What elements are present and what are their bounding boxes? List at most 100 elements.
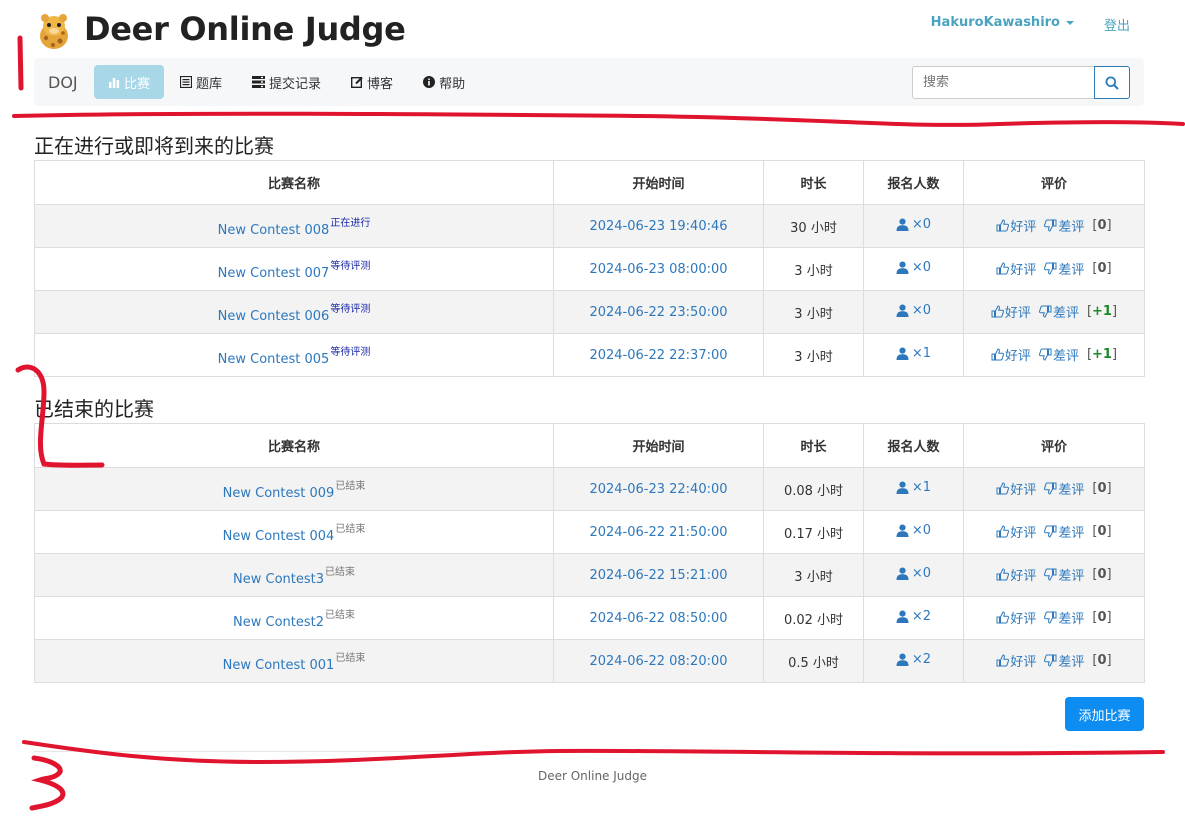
contest-name-cell: New Contest 001已结束: [34, 639, 554, 683]
registration-count-link[interactable]: ×0: [896, 217, 931, 232]
start-time-link[interactable]: 2024-06-22 23:50:00: [589, 305, 727, 320]
start-time-link[interactable]: 2024-06-23 19:40:46: [589, 219, 727, 234]
nav-item-label: 比赛: [124, 76, 151, 92]
upvote-button[interactable]: 好评: [996, 608, 1036, 627]
contest-status-badge: 已结束: [335, 524, 366, 535]
downvote-label: 差评: [1058, 526, 1085, 541]
registration-count-link[interactable]: ×0: [896, 523, 931, 538]
start-time-link[interactable]: 2024-06-23 08:00:00: [589, 262, 727, 277]
downvote-button[interactable]: 差评: [1044, 608, 1084, 627]
start-time-link[interactable]: 2024-06-23 22:40:00: [589, 482, 727, 497]
registration-count-link[interactable]: ×1: [896, 346, 931, 361]
table-header-row: 比赛名称 开始时间 时长 报名人数 评价: [34, 160, 1145, 205]
search-input[interactable]: [912, 66, 1094, 99]
downvote-button[interactable]: 差评: [1044, 259, 1084, 278]
thumbs-up-icon: [996, 482, 1010, 495]
registration-count-link[interactable]: ×0: [896, 566, 931, 581]
nav-item-problems[interactable]: 题库: [166, 65, 236, 99]
contest-status-badge: 已结束: [325, 567, 355, 578]
upvote-button[interactable]: 好评: [996, 565, 1036, 584]
contest-name-link[interactable]: New Contest 004: [223, 529, 335, 544]
registration-count-cell: ×0: [863, 247, 964, 291]
nav-item-blog[interactable]: 博客: [337, 65, 407, 99]
upvote-button[interactable]: 好评: [996, 259, 1036, 278]
thumbs-up-icon: [996, 654, 1010, 667]
upvote-button[interactable]: 好评: [996, 216, 1036, 235]
registration-count-link[interactable]: ×2: [896, 609, 931, 624]
user-icon: [896, 347, 909, 360]
finished-contests-table: 比赛名称 开始时间 时长 报名人数 评价 New Contest 009已结束 2…: [34, 423, 1145, 683]
duration-text: 30 小时: [790, 220, 837, 236]
contest-name-cell: New Contest 007等待评测: [34, 247, 554, 291]
rating-score: [0]: [1092, 481, 1112, 496]
contest-name-cell: New Contest2已结束: [34, 596, 554, 640]
contest-name-link[interactable]: New Contest 008: [218, 223, 330, 238]
contest-name-link[interactable]: New Contest 009: [223, 486, 335, 501]
nav-item-submissions[interactable]: 提交记录: [238, 65, 335, 99]
duration-cell: 0.02 小时: [763, 596, 864, 640]
upvote-button[interactable]: 好评: [991, 345, 1031, 364]
downvote-label: 差评: [1052, 349, 1079, 364]
add-contest-button[interactable]: 添加比赛: [1065, 697, 1144, 731]
column-header: 评价: [963, 160, 1145, 205]
nav-brand[interactable]: DOJ: [48, 73, 78, 92]
contest-name-link[interactable]: New Contest3: [233, 572, 324, 587]
downvote-button[interactable]: 差评: [1044, 216, 1084, 235]
thumbs-down-icon: [1044, 219, 1057, 232]
start-time-link[interactable]: 2024-06-22 08:50:00: [589, 611, 727, 626]
downvote-label: 差评: [1058, 569, 1085, 584]
upvote-button[interactable]: 好评: [996, 479, 1036, 498]
downvote-button[interactable]: 差评: [1044, 522, 1084, 541]
downvote-button[interactable]: 差评: [1044, 565, 1084, 584]
thumbs-down-icon: [1038, 305, 1052, 318]
start-time-link[interactable]: 2024-06-22 21:50:00: [589, 525, 727, 540]
rating-score-value: 0: [1097, 653, 1107, 668]
contest-status-badge: 等待评测: [330, 347, 371, 358]
duration-text: 3 小时: [794, 349, 833, 365]
start-time-link[interactable]: 2024-06-22 22:37:00: [589, 348, 727, 363]
annotation-underline-2: [22, 740, 1165, 765]
downvote-button[interactable]: 差评: [1038, 345, 1079, 364]
downvote-button[interactable]: 差评: [1038, 302, 1079, 321]
contest-name-link[interactable]: New Contest 001: [223, 658, 335, 673]
rating-score: [0]: [1092, 524, 1112, 539]
downvote-button[interactable]: 差评: [1044, 651, 1084, 670]
contest-name-link[interactable]: New Contest 005: [218, 352, 330, 367]
upvote-button[interactable]: 好评: [991, 302, 1031, 321]
start-time-link[interactable]: 2024-06-22 15:21:00: [589, 568, 727, 583]
search-button[interactable]: [1094, 66, 1130, 99]
info-icon: [423, 76, 436, 88]
rating-score-value: 0: [1097, 218, 1107, 233]
contest-name-link[interactable]: New Contest2: [233, 615, 324, 630]
nav-item-help[interactable]: 帮助: [409, 65, 479, 99]
registration-count-cell: ×0: [863, 553, 964, 597]
start-time-link[interactable]: 2024-06-22 08:20:00: [589, 654, 727, 669]
thumbs-up-icon: [996, 525, 1010, 538]
site-title[interactable]: Deer Online Judge: [84, 10, 406, 48]
column-header: 时长: [763, 423, 864, 468]
duration-text: 0.02 小时: [783, 612, 844, 628]
registration-count-link[interactable]: ×2: [896, 652, 931, 667]
upvote-button[interactable]: 好评: [996, 522, 1036, 541]
tasks-icon: [252, 76, 266, 88]
contest-row: New Contest2已结束 2024-06-22 08:50:00 0.02 小…: [34, 596, 1145, 640]
registration-count-link[interactable]: ×0: [896, 260, 931, 275]
registration-count-link[interactable]: ×0: [896, 303, 931, 318]
giraffe-logo-icon[interactable]: [34, 10, 74, 52]
rating-cell: 好评 差评 [0]: [963, 553, 1145, 597]
thumbs-down-icon: [1044, 262, 1057, 275]
downvote-button[interactable]: 差评: [1044, 479, 1084, 498]
start-time-cell: 2024-06-23 22:40:00: [553, 467, 764, 511]
contest-name-link[interactable]: New Contest 007: [218, 266, 330, 281]
rating-cell: 好评 差评 [0]: [963, 510, 1145, 554]
upvote-button[interactable]: 好评: [996, 651, 1036, 670]
duration-cell: 3 小时: [763, 553, 864, 597]
logout-link[interactable]: 登出: [1104, 15, 1130, 34]
edit-icon: [351, 76, 363, 88]
finished-section-title: 已结束的比赛: [34, 397, 154, 421]
contest-status-badge: 已结束: [325, 610, 355, 621]
nav-item-contests[interactable]: 比赛: [94, 65, 165, 99]
user-menu-dropdown[interactable]: HakuroKawashiro: [931, 15, 1074, 30]
contest-name-link[interactable]: New Contest 006: [218, 309, 330, 324]
registration-count-link[interactable]: ×1: [896, 480, 931, 495]
